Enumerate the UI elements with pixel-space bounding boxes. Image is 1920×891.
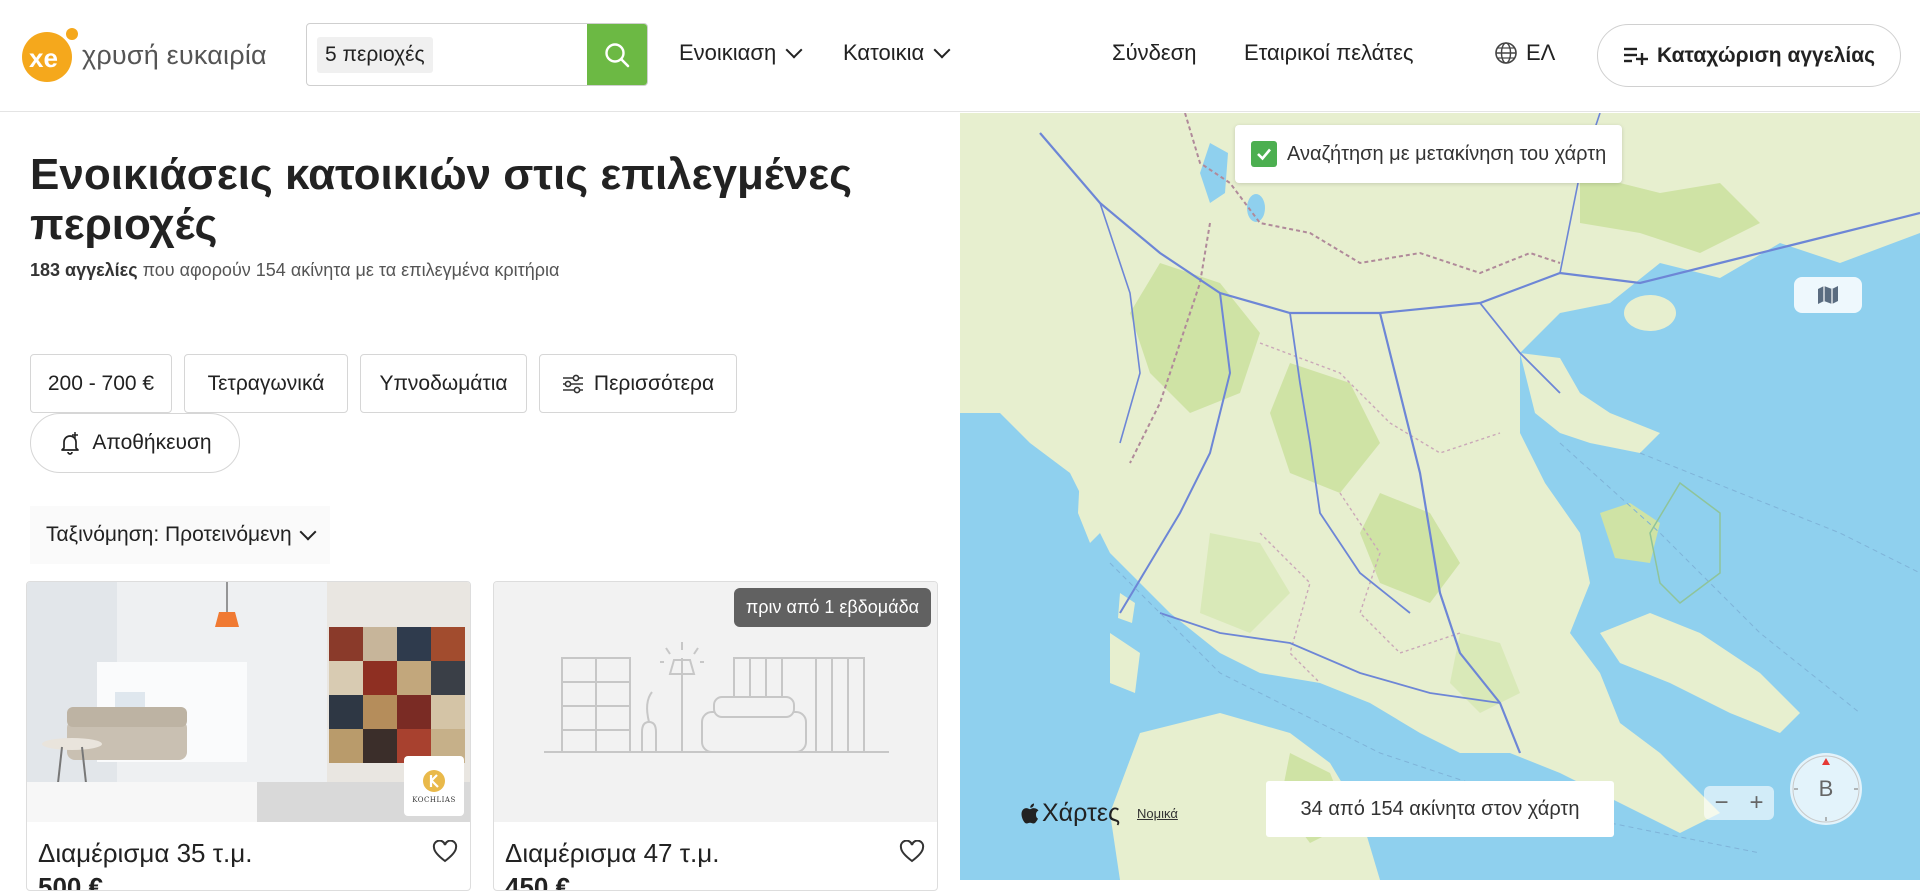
save-search-label: Αποθήκευση (92, 431, 212, 454)
results-map[interactable]: Αναζήτηση με μετακίνηση του χάρτη Χάρτες… (960, 113, 1920, 880)
favorite-heart-icon[interactable] (899, 840, 925, 864)
language-selector[interactable]: ΕΛ (1494, 40, 1555, 66)
results-description: που αφορούν 154 ακίνητα με τα επιλεγμένα… (137, 260, 560, 280)
location-search[interactable]: 5 περιοχές (306, 23, 648, 86)
greece-map-canvas (960, 113, 1920, 880)
svg-text:xe: xe (29, 43, 58, 73)
search-button[interactable] (587, 24, 647, 85)
agency-logo[interactable]: KOCHLIAS (404, 756, 464, 816)
favorite-heart-icon[interactable] (432, 840, 458, 864)
listing-title[interactable]: Διαμέρισμα 35 τ.μ. (38, 838, 252, 869)
post-ad-button[interactable]: Καταχώριση αγγελίας (1597, 24, 1901, 87)
agency-emblem-icon (423, 769, 445, 792)
results-count: 183 αγγελίες (30, 260, 138, 280)
logo-text: χρυσή ευκαιρία (82, 39, 267, 70)
login-link[interactable]: Σύνδεση (1112, 40, 1197, 66)
site-header: xe χρυσή ευκαιρία 5 περιοχές Ενοικιαση Κ… (0, 0, 1920, 112)
listing-title[interactable]: Διαμέρισμα 47 τ.μ. (505, 838, 719, 869)
page-title: Ενοικιάσεις κατοικιών στις επιλεγμένες π… (30, 150, 852, 249)
compass-north-label: Β (1818, 776, 1834, 801)
search-area-chip[interactable]: 5 περιοχές (317, 36, 433, 73)
map-legal-link[interactable]: Νομικά (1137, 806, 1178, 821)
business-clients-link[interactable]: Εταιρικοί πελάτες (1244, 40, 1414, 66)
chevron-down-icon (933, 41, 951, 59)
site-logo[interactable]: xe χρυσή ευκαιρία (20, 26, 267, 84)
bell-plus-icon (61, 432, 80, 455)
search-on-map-move-label: Αναζήτηση με μετακίνηση του χάρτη (1287, 142, 1607, 165)
chevron-down-icon (299, 523, 317, 541)
search-on-map-move-toggle[interactable]: Αναζήτηση με μετακίνηση του χάρτη (1235, 125, 1623, 183)
save-search-button[interactable]: Αποθήκευση (30, 413, 240, 473)
zoom-controls: − + (1704, 786, 1774, 820)
maps-provider-label: Χάρτες (1042, 799, 1121, 827)
map-results-count: 34 από 154 ακίνητα στον χάρτη (1266, 781, 1614, 837)
search-icon (605, 42, 630, 67)
more-filters-label: Περισσότερα (593, 371, 715, 395)
sort-dropdown[interactable]: Ταξινόμηση: Προτεινόμενη (30, 506, 330, 564)
checkbox-checked-icon[interactable] (1251, 141, 1277, 167)
search-input[interactable]: 5 περιοχές (307, 24, 587, 85)
sliders-icon (562, 374, 583, 393)
zoom-out-button[interactable]: − (1714, 789, 1728, 817)
apple-logo-icon (1021, 803, 1039, 823)
listing-photo-placeholder[interactable]: πριν από 1 εβδομάδα (494, 582, 937, 822)
listing-price: 450 € (505, 872, 571, 891)
globe-icon (1495, 42, 1517, 64)
zoom-in-button[interactable]: + (1749, 789, 1763, 817)
map-icon (1818, 286, 1838, 304)
xe-logo-icon: xe (20, 26, 78, 84)
add-list-icon (1623, 47, 1648, 65)
sort-label: Ταξινόμηση: Προτεινόμενη (46, 523, 292, 546)
nav-homes-label: Κατοικια (843, 40, 925, 65)
bedrooms-filter-button[interactable]: Υπνοδωμάτια (360, 354, 527, 413)
apple-maps-attribution: Χάρτες (1020, 799, 1120, 828)
listing-card[interactable]: πριν από 1 εβδομάδα Διαμέρισμα 47 τ.μ. 4… (493, 581, 938, 891)
post-ad-label: Καταχώριση αγγελίας (1656, 43, 1876, 67)
nav-homes-dropdown[interactable]: Κατοικια (843, 40, 951, 66)
listing-card[interactable]: KOCHLIAS Διαμέρισμα 35 τ.μ. 500 € (26, 581, 471, 891)
nav-rent-label: Ενοικιαση (679, 40, 777, 65)
language-label: ΕΛ (1526, 40, 1556, 65)
listing-price: 500 € (38, 872, 104, 891)
posted-time-badge: πριν από 1 εβδομάδα (733, 588, 931, 627)
listing-photo[interactable]: KOCHLIAS (27, 582, 470, 822)
area-filter-button[interactable]: Τετραγωνικά (184, 354, 348, 413)
map-compass[interactable]: Β (1790, 753, 1862, 825)
price-filter-button[interactable]: 200 - 700 € (30, 354, 172, 413)
results-summary: 183 αγγελίες που αφορούν 154 ακίνητα με … (30, 260, 559, 281)
map-type-button[interactable] (1794, 277, 1862, 313)
chevron-down-icon (785, 41, 803, 59)
nav-rent-dropdown[interactable]: Ενοικιαση (679, 40, 803, 66)
agency-name: KOCHLIAS (412, 795, 456, 804)
more-filters-button[interactable]: Περισσότερα (539, 354, 737, 413)
